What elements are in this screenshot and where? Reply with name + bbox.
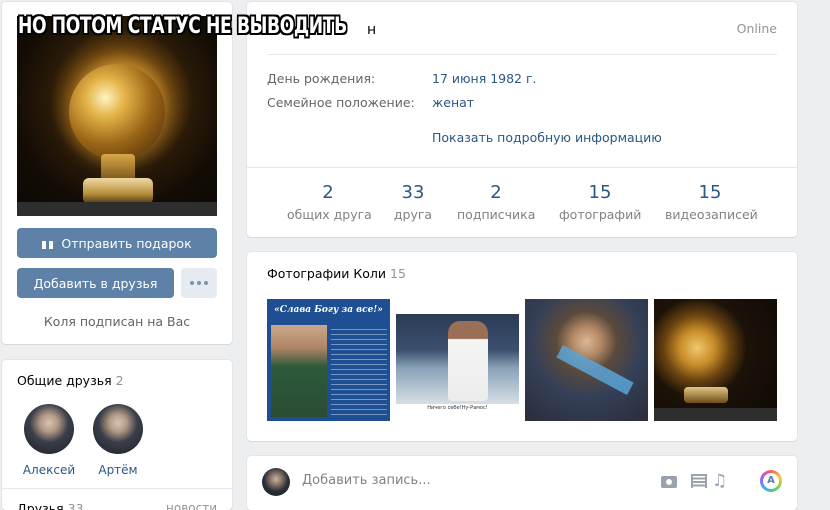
photos-card: Фотографии Коли 15 «Слава Богу за все!» Н… — [247, 252, 797, 441]
gift-icon — [42, 237, 54, 249]
subscribed-status: Коля подписан на Вас — [43, 314, 191, 329]
ballon-dor-ball — [69, 64, 165, 160]
photos-title: Фотографии Коли — [267, 266, 387, 281]
birthday-value[interactable]: 17 июня 1982 г. — [432, 71, 537, 86]
friends-header[interactable]: Друзья 33 — [17, 501, 84, 510]
counter-photos[interactable]: 15 фотографий — [559, 182, 641, 222]
photo-sash — [556, 345, 634, 395]
photos-header[interactable]: Фотографии Коли 15 — [267, 266, 406, 281]
mutual-friends-card: Общие друзья 2 Алексей Артём Друзья 33 нов… — [2, 360, 232, 510]
camera-icon[interactable] — [660, 473, 678, 489]
birthday-label: День рождения: — [267, 71, 376, 86]
divider — [267, 54, 777, 55]
photos-count: 15 — [390, 266, 406, 281]
friend-avatar[interactable] — [93, 404, 143, 454]
photo-thumbnail[interactable]: Ничего себе!Ну-Рамос! — [396, 299, 519, 421]
avatar-bottom-strip — [17, 202, 217, 216]
divider — [2, 488, 232, 489]
counter-label: друга — [393, 207, 433, 222]
friend-item[interactable]: Алексей — [19, 404, 79, 477]
photo-thumbnail[interactable]: «Слава Богу за все!» — [267, 299, 390, 421]
counter-value: 33 — [401, 182, 425, 203]
new-post-card: Добавить запись... ♫ A — [247, 456, 797, 510]
counter-followers[interactable]: 2 подписчика — [457, 182, 535, 222]
counter-label: подписчика — [457, 207, 536, 222]
more-dot-icon — [197, 281, 201, 285]
online-status: Online — [736, 21, 777, 36]
counter-friends[interactable]: 33 друга — [385, 182, 441, 222]
graffiti-letter: A — [763, 473, 779, 489]
photo-caption: «Слава Богу за все!» — [274, 305, 383, 315]
current-user-avatar[interactable] — [262, 468, 290, 496]
mutual-friends-header[interactable]: Общие друзья 2 — [17, 373, 124, 388]
meme-caption-overlay: НО ПОТОМ СТАТУС НЕ ВЫВОДИТЬ — [18, 14, 347, 39]
video-icon[interactable] — [688, 473, 707, 489]
friend-avatar[interactable] — [24, 404, 74, 454]
graffiti-icon[interactable]: A — [760, 470, 782, 492]
mutual-friends-count: 2 — [115, 373, 124, 388]
photo-trophy-base — [684, 387, 728, 403]
add-friend-button[interactable]: Добавить в друзья — [17, 268, 174, 298]
profile-name-fragment: н — [367, 22, 377, 38]
family-status-value[interactable]: женат — [432, 95, 474, 110]
profile-avatar[interactable] — [17, 16, 217, 216]
divider — [247, 167, 797, 168]
friend-name[interactable]: Алексей — [19, 463, 79, 477]
mutual-friends-title: Общие друзья — [17, 373, 112, 388]
music-icon[interactable]: ♫ — [712, 473, 730, 490]
send-gift-label: Отправить подарок — [61, 235, 192, 251]
photo-portrait — [271, 325, 327, 417]
show-more-info-link[interactable]: Показать подробную информацию — [432, 130, 662, 145]
photo-text-block — [331, 325, 387, 417]
photo-thumbnail[interactable] — [654, 299, 777, 421]
send-gift-button[interactable]: Отправить подарок — [17, 228, 217, 258]
counter-videos[interactable]: 15 видеозаписей — [665, 182, 758, 222]
friend-name[interactable]: Артём — [88, 463, 148, 477]
friend-item[interactable]: Артём — [88, 404, 148, 477]
counter-value: 15 — [588, 182, 612, 203]
more-actions-button[interactable] — [181, 268, 217, 298]
family-status-label: Семейное положение: — [267, 95, 415, 110]
profile-card: Отправить подарок Добавить в друзья Коля… — [2, 2, 232, 344]
trophy-base — [83, 178, 153, 204]
add-friend-label: Добавить в друзья — [33, 275, 158, 291]
counter-value: 2 — [322, 182, 334, 203]
friends-news-link[interactable]: новости — [166, 501, 217, 510]
photo-caption: Ничего себе!Ну-Рамос! — [427, 405, 488, 411]
counter-mutual-friends[interactable]: 2 общих друга — [287, 182, 372, 222]
new-post-input[interactable]: Добавить запись... — [302, 473, 431, 488]
counter-label: фотографий — [559, 207, 642, 222]
counter-label: видеозаписей — [665, 207, 758, 222]
more-dot-icon — [204, 281, 208, 285]
more-dot-icon — [190, 281, 194, 285]
photo-thumbnail[interactable] — [525, 299, 648, 421]
photo-player — [448, 321, 488, 401]
counter-value: 15 — [698, 182, 722, 203]
counter-value: 2 — [490, 182, 502, 203]
friends-count: 33 — [67, 501, 84, 510]
photo-bottom-strip — [654, 408, 777, 421]
counter-label: общих друга — [287, 207, 372, 222]
friends-title: Друзья — [17, 501, 64, 510]
